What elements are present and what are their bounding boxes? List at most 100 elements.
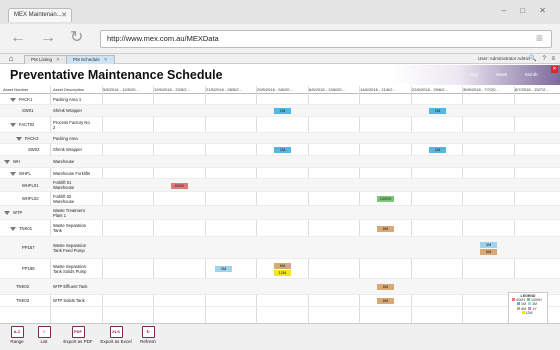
user-label: User: Administrator Admin [477, 56, 530, 61]
asset-number: WHFL01 [22, 182, 39, 188]
asset-description-line: Packing Area 1 [53, 97, 82, 102]
refresh-icon[interactable]: ↻ [70, 29, 83, 47]
refresh-button[interactable]: ↻ Refresh [128, 326, 168, 344]
pm-schedule-chip[interactable]: 1M [429, 147, 446, 153]
home-icon[interactable]: ⌂ [4, 54, 18, 64]
browser-menu-icon[interactable]: ≡ [536, 29, 543, 47]
asset-description: Packing Area 1 [53, 97, 99, 102]
asset-description: Warehouse Forklifts [53, 171, 99, 176]
header-week: 30/6/2016 - 7/7/20... [463, 87, 499, 92]
asset-number: SW01 [22, 108, 34, 113]
pm-schedule-chip[interactable]: 6M [377, 298, 394, 304]
title-bar: Preventative Maintenance Schedule Day We… [0, 65, 560, 85]
tab-close-icon[interactable]: ✕ [104, 57, 108, 62]
legend-swatch [527, 298, 530, 302]
header-week: 6/6/2016 - 13/6/20... [309, 87, 345, 92]
browser-chrome: MEX Maintenan... ✕ – □ ✕ [0, 0, 560, 24]
toolbar-icons[interactable]: 🔍 ? ≡ [529, 54, 557, 64]
schedule-row[interactable]: WH Warehouse [0, 156, 560, 168]
legend-swatch [528, 306, 532, 310]
browser-tab-title: MEX Maintenan... [14, 12, 62, 18]
schedule-row[interactable]: PACK2 Packing Area [0, 133, 560, 144]
asset-description: Waste Treatment Plant 1 [53, 208, 99, 218]
asset-description: Shrink Wrapper [53, 108, 99, 113]
asset-description: Warehouse [53, 159, 99, 164]
expand-arrow-icon[interactable] [10, 98, 16, 102]
schedule-row[interactable]: PP198 Waste Separation Tank Solids Pump 3M 6… [0, 259, 560, 279]
asset-description-line: 2 [53, 124, 56, 130]
header-asset-description: Asset Description [53, 87, 85, 92]
view-week-button[interactable]: Week [496, 72, 507, 77]
expand-arrow-icon[interactable] [10, 123, 16, 127]
browser-tab[interactable]: MEX Maintenan... ✕ [8, 8, 72, 22]
pm-schedule-chip[interactable]: 6M [480, 248, 497, 255]
expand-arrow-icon[interactable] [4, 211, 10, 215]
schedule-row[interactable]: WHFL01 Forklift 01 Warehouse 600H [0, 179, 560, 192]
schedule-row[interactable]: TNK02 WTP Effluent Tank 6M [0, 279, 560, 295]
range-icon: A-Z [10, 326, 24, 338]
tab-pm-schedule[interactable]: PM Schedule ✕ [66, 55, 115, 64]
export-pdf-label: Export as PDF [63, 339, 93, 344]
legend-item: 12M [521, 310, 533, 315]
schedule-row[interactable]: PACK1 Packing Area 1 [0, 95, 560, 105]
refresh-label: Refresh [140, 339, 156, 344]
asset-description-line: Tank [53, 228, 62, 233]
tab-pm-listing[interactable]: PM Listing ✕ [24, 55, 67, 64]
pdf-icon: PDF [71, 326, 85, 338]
pm-schedule-chip[interactable]: 1000H [377, 196, 394, 202]
expand-arrow-icon[interactable] [16, 136, 22, 141]
schedule-row[interactable]: FACT02 Process Factory No 2 [0, 117, 560, 133]
schedule-row[interactable]: WHFL02 Forklift 02 Warehouse 1000H [0, 192, 560, 206]
page-title: Preventative Maintenance Schedule [10, 68, 223, 82]
header-week: 12/5/2016 - 20/5/2... [154, 87, 190, 92]
schedule-row[interactable]: SW02 Shrink Wrapper 1M 1M [0, 144, 560, 156]
schedule-row[interactable]: WHFL Warehouse Forklifts [0, 168, 560, 179]
legend-swatch [528, 302, 531, 306]
asset-description: WTP Effluent Tank [53, 284, 99, 289]
pm-schedule-chip[interactable]: 12M [274, 269, 291, 276]
pm-schedule-chip[interactable]: 3M [480, 241, 497, 248]
asset-number: PACK1 [19, 97, 33, 102]
url-bar[interactable]: http://www.mex.com.au/MEXData [100, 30, 552, 48]
asset-description: Shrink Wrapper [53, 147, 99, 152]
asset-description: Forklift 02 Warehouse [53, 194, 99, 204]
schedule-row[interactable]: TNK01 Waste Separation Tank 6M [0, 220, 560, 237]
tab-close-icon[interactable]: ✕ [56, 57, 60, 62]
close-icon[interactable]: ✕ [551, 66, 558, 73]
pm-schedule-chip[interactable]: 1M [274, 108, 291, 114]
pm-schedule-chip[interactable]: 6M [274, 262, 291, 269]
view-month-button[interactable]: Month [525, 72, 538, 77]
refresh-icon: ↻ [141, 326, 155, 338]
asset-description-line: WTP Effluent Tank [53, 284, 88, 289]
view-day-button[interactable]: Day [470, 72, 478, 77]
header-week: 14/6/2016 - 21/6/2... [360, 87, 396, 92]
header-asset-number: Asset Number [3, 87, 29, 92]
pm-schedule-chip[interactable]: 3M [215, 266, 232, 272]
legend-label: 12M [525, 310, 533, 315]
schedule-header: Asset Number Asset Description 5/5/2016 … [0, 86, 560, 94]
pm-schedule-chip[interactable]: 6M [377, 225, 394, 232]
schedule-row[interactable]: PP167 Waste Separation Tank Feed Pump 3M 6M [0, 237, 560, 259]
schedule-row[interactable]: WTP Waste Treatment Plant 1 [0, 206, 560, 220]
schedule-row[interactable]: SW01 Shrink Wrapper 1M 1M [0, 105, 560, 117]
asset-number: PP198 [22, 266, 35, 271]
legend-swatch [521, 310, 525, 314]
tab-label: PM Schedule [73, 57, 100, 62]
expand-arrow-icon[interactable] [4, 160, 10, 164]
pm-schedule-chip[interactable]: 1M [274, 147, 291, 153]
asset-number: PACK2 [25, 135, 39, 141]
legend-swatch [517, 302, 520, 306]
pm-schedule-chip[interactable]: 600H [171, 182, 188, 189]
back-arrow-icon[interactable]: ← [10, 29, 26, 47]
expand-arrow-icon[interactable] [10, 171, 16, 176]
expand-arrow-icon[interactable] [10, 226, 16, 231]
asset-number: TNK02 [16, 284, 30, 289]
window-controls[interactable]: – □ ✕ [502, 6, 552, 15]
forward-arrow-icon[interactable]: → [40, 29, 56, 47]
pm-schedule-chip[interactable]: 1M [429, 108, 446, 114]
export-pdf-button[interactable]: PDF Export as PDF [58, 326, 98, 344]
schedule-row[interactable]: TNK03 WTP Solids Tank 6M [0, 295, 560, 307]
asset-description: Waste Separation Tank [53, 223, 99, 233]
browser-tab-close-icon[interactable]: ✕ [61, 11, 67, 19]
pm-schedule-chip[interactable]: 6M [377, 284, 394, 290]
